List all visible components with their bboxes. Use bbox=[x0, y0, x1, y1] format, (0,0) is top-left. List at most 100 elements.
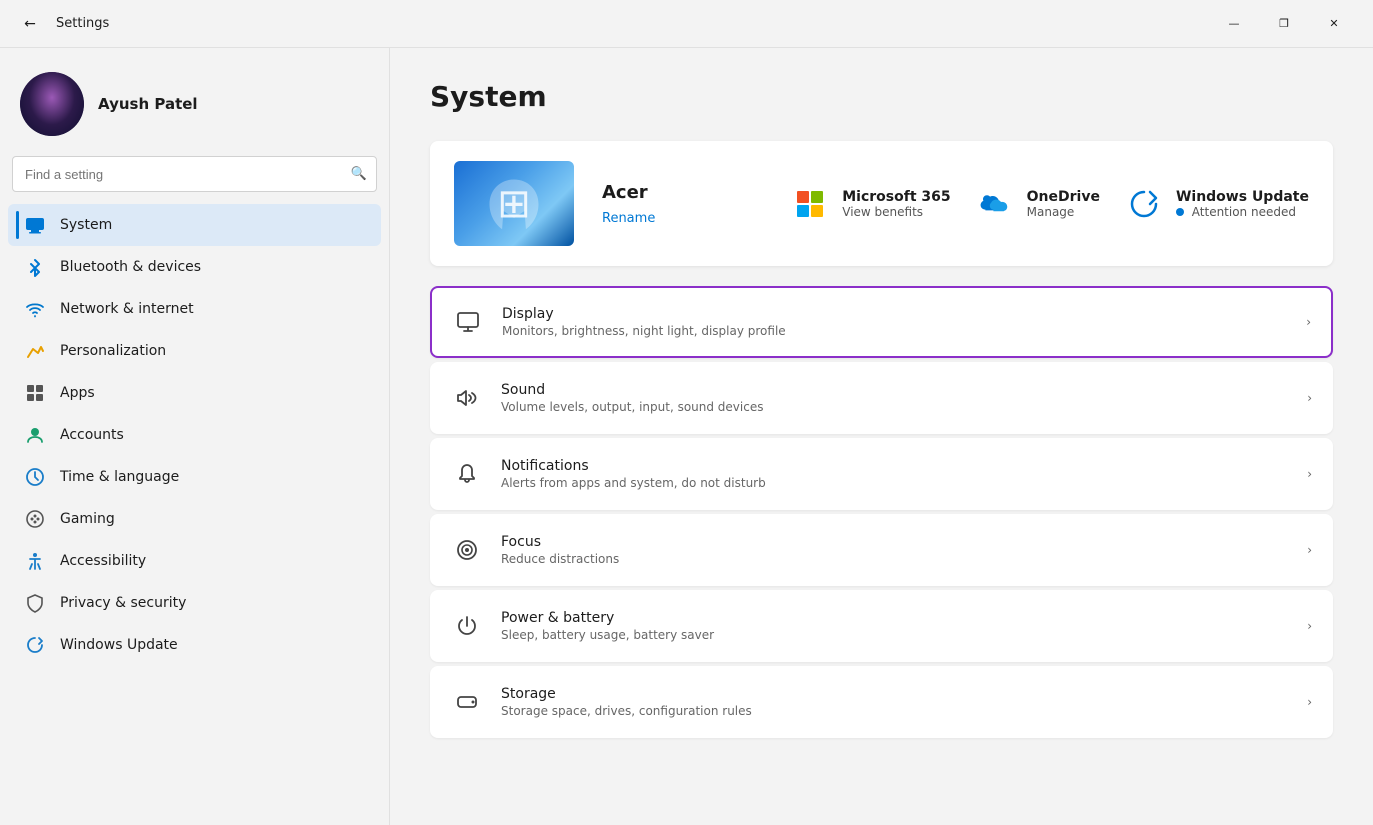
sound-text: Sound Volume levels, output, input, soun… bbox=[501, 382, 1289, 414]
sidebar-item-network[interactable]: Network & internet bbox=[8, 288, 381, 330]
storage-chevron: › bbox=[1307, 695, 1312, 709]
system-info-card: ⊞ Acer Rename bbox=[430, 141, 1333, 266]
privacy-icon bbox=[24, 592, 46, 614]
onedrive-text: OneDrive Manage bbox=[1027, 189, 1100, 219]
close-button[interactable]: ✕ bbox=[1311, 8, 1357, 40]
onedrive-icon-wrap bbox=[975, 184, 1015, 224]
time-icon bbox=[24, 466, 46, 488]
sidebar-label-apps: Apps bbox=[60, 385, 95, 401]
network-icon bbox=[24, 298, 46, 320]
sidebar-item-personalization[interactable]: Personalization bbox=[8, 330, 381, 372]
sidebar-item-gaming[interactable]: Gaming bbox=[8, 498, 381, 540]
winupdate-action[interactable]: Windows Update Attention needed bbox=[1124, 184, 1309, 224]
rename-link[interactable]: Rename bbox=[602, 211, 655, 226]
windows-logo: ⊞ bbox=[497, 181, 531, 227]
sidebar-label-system: System bbox=[60, 217, 112, 233]
sidebar-label-bluetooth: Bluetooth & devices bbox=[60, 259, 201, 275]
settings-list: Display Monitors, brightness, night ligh… bbox=[430, 286, 1333, 738]
storage-text: Storage Storage space, drives, configura… bbox=[501, 686, 1289, 718]
display-text: Display Monitors, brightness, night ligh… bbox=[502, 306, 1288, 338]
winupdate-action-icon bbox=[1128, 188, 1160, 220]
back-icon: ← bbox=[24, 16, 36, 32]
sidebar-item-windowsupdate[interactable]: Windows Update bbox=[8, 624, 381, 666]
back-button[interactable]: ← bbox=[16, 10, 44, 38]
sidebar-label-network: Network & internet bbox=[60, 301, 194, 317]
sidebar-item-bluetooth[interactable]: Bluetooth & devices bbox=[8, 246, 381, 288]
power-subtitle: Sleep, battery usage, battery saver bbox=[501, 628, 1289, 642]
notifications-subtitle: Alerts from apps and system, do not dist… bbox=[501, 476, 1289, 490]
user-section: Ayush Patel bbox=[8, 64, 381, 156]
personalization-icon bbox=[24, 340, 46, 362]
accounts-icon bbox=[24, 424, 46, 446]
avatar-image bbox=[20, 72, 84, 136]
system-actions: Microsoft 365 View benefits OneDrive bbox=[790, 184, 1309, 224]
onedrive-action[interactable]: OneDrive Manage bbox=[975, 184, 1100, 224]
notifications-chevron: › bbox=[1307, 467, 1312, 481]
focus-icon bbox=[451, 534, 483, 566]
power-chevron: › bbox=[1307, 619, 1312, 633]
window-controls: — ❐ ✕ bbox=[1211, 8, 1357, 40]
settings-item-power[interactable]: Power & battery Sleep, battery usage, ba… bbox=[430, 590, 1333, 662]
sidebar-item-accessibility[interactable]: Accessibility bbox=[8, 540, 381, 582]
storage-icon bbox=[451, 686, 483, 718]
bluetooth-icon bbox=[24, 256, 46, 278]
sidebar-label-accounts: Accounts bbox=[60, 427, 124, 443]
accessibility-icon bbox=[24, 550, 46, 572]
user-name: Ayush Patel bbox=[98, 95, 198, 113]
notifications-icon bbox=[451, 458, 483, 490]
settings-item-storage[interactable]: Storage Storage space, drives, configura… bbox=[430, 666, 1333, 738]
focus-text: Focus Reduce distractions bbox=[501, 534, 1289, 566]
ms365-label: Microsoft 365 bbox=[842, 189, 950, 205]
restore-button[interactable]: ❐ bbox=[1261, 8, 1307, 40]
device-name: Acer bbox=[602, 182, 655, 203]
sound-icon bbox=[451, 382, 483, 414]
search-input[interactable] bbox=[12, 156, 377, 192]
search-box: 🔍 bbox=[12, 156, 377, 192]
power-icon bbox=[451, 610, 483, 642]
onedrive-icon bbox=[979, 193, 1011, 215]
ms365-action[interactable]: Microsoft 365 View benefits bbox=[790, 184, 950, 224]
notifications-title: Notifications bbox=[501, 458, 1289, 474]
ms365-sublabel: View benefits bbox=[842, 205, 950, 219]
storage-subtitle: Storage space, drives, configuration rul… bbox=[501, 704, 1289, 718]
settings-item-notifications[interactable]: Notifications Alerts from apps and syste… bbox=[430, 438, 1333, 510]
sidebar-label-time: Time & language bbox=[60, 469, 179, 485]
apps-icon bbox=[24, 382, 46, 404]
sound-title: Sound bbox=[501, 382, 1289, 398]
sidebar-label-gaming: Gaming bbox=[60, 511, 115, 527]
sidebar-item-apps[interactable]: Apps bbox=[8, 372, 381, 414]
minimize-button[interactable]: — bbox=[1211, 8, 1257, 40]
window-title: Settings bbox=[56, 16, 1199, 31]
ms365-icon-wrap bbox=[790, 184, 830, 224]
focus-title: Focus bbox=[501, 534, 1289, 550]
display-subtitle: Monitors, brightness, night light, displ… bbox=[502, 324, 1288, 338]
sidebar-label-windowsupdate: Windows Update bbox=[60, 637, 178, 653]
onedrive-sublabel: Manage bbox=[1027, 205, 1100, 219]
settings-item-sound[interactable]: Sound Volume levels, output, input, soun… bbox=[430, 362, 1333, 434]
app-body: Ayush Patel 🔍 System bbox=[0, 48, 1373, 825]
system-image: ⊞ bbox=[454, 161, 574, 246]
page-title: System bbox=[430, 80, 1333, 113]
sidebar-label-privacy: Privacy & security bbox=[60, 595, 186, 611]
power-text: Power & battery Sleep, battery usage, ba… bbox=[501, 610, 1289, 642]
gaming-icon bbox=[24, 508, 46, 530]
display-chevron: › bbox=[1306, 315, 1311, 329]
winupdate-icon-wrap bbox=[1124, 184, 1164, 224]
close-icon: ✕ bbox=[1329, 17, 1338, 30]
settings-item-display[interactable]: Display Monitors, brightness, night ligh… bbox=[430, 286, 1333, 358]
search-icon: 🔍 bbox=[351, 167, 367, 182]
display-icon bbox=[452, 306, 484, 338]
sidebar-item-privacy[interactable]: Privacy & security bbox=[8, 582, 381, 624]
sound-chevron: › bbox=[1307, 391, 1312, 405]
attention-dot bbox=[1176, 208, 1184, 216]
winupdate-label: Windows Update bbox=[1176, 189, 1309, 205]
focus-chevron: › bbox=[1307, 543, 1312, 557]
sidebar-item-accounts[interactable]: Accounts bbox=[8, 414, 381, 456]
sidebar-item-system[interactable]: System bbox=[8, 204, 381, 246]
ms365-text: Microsoft 365 View benefits bbox=[842, 189, 950, 219]
settings-item-focus[interactable]: Focus Reduce distractions › bbox=[430, 514, 1333, 586]
sidebar-label-personalization: Personalization bbox=[60, 343, 166, 359]
sidebar-item-time[interactable]: Time & language bbox=[8, 456, 381, 498]
focus-subtitle: Reduce distractions bbox=[501, 552, 1289, 566]
onedrive-label: OneDrive bbox=[1027, 189, 1100, 205]
